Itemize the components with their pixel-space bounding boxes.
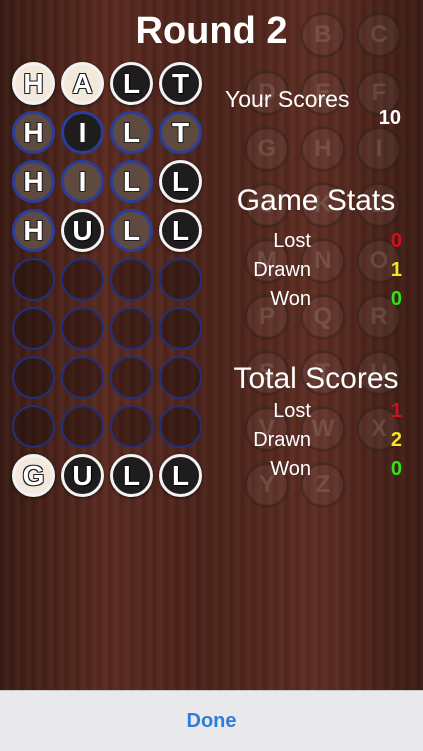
empty-tile-slot	[110, 405, 153, 448]
empty-tile-slot	[12, 258, 55, 301]
letter-tile: L	[110, 62, 153, 105]
letter-tile: L	[110, 111, 153, 154]
board-row: HULL	[12, 209, 208, 252]
letter-tile: A	[61, 62, 104, 105]
total-scores-won-value: 0	[390, 458, 402, 480]
empty-tile-slot	[61, 258, 104, 301]
game-stats-lost-label: Lost	[273, 230, 311, 252]
letter-tile: I	[61, 111, 104, 154]
game-stats-lost-value: 0	[390, 230, 402, 252]
total-scores-lost-value: 1	[390, 400, 402, 422]
bottom-toolbar: Done	[0, 690, 423, 751]
empty-tile-slot	[110, 356, 153, 399]
empty-tile-slot	[110, 258, 153, 301]
letter-tile: L	[110, 209, 153, 252]
letter-tile: U	[61, 454, 104, 497]
background-letter-h: H	[300, 126, 346, 172]
game-stats-lost-row: Lost 0	[216, 230, 416, 256]
letter-tile: H	[12, 160, 55, 203]
word-board: HALTHILTHILLHULLGULL	[12, 62, 208, 503]
board-row	[12, 258, 208, 301]
game-stats-won-value: 0	[390, 288, 402, 310]
total-scores-won-row: Won 0	[216, 458, 416, 484]
board-row: GULL	[12, 454, 208, 497]
letter-tile: G	[12, 454, 55, 497]
total-scores-drawn-label: Drawn	[253, 429, 311, 451]
game-stats-drawn-value: 1	[390, 259, 402, 281]
game-stats-won-row: Won 0	[216, 288, 416, 314]
game-stats-drawn-row: Drawn 1	[216, 259, 416, 285]
total-scores-lost-label: Lost	[273, 400, 311, 422]
letter-tile: L	[159, 209, 202, 252]
board-row: HILT	[12, 111, 208, 154]
done-button[interactable]: Done	[187, 710, 237, 733]
total-scores-drawn-value: 2	[390, 429, 402, 451]
empty-tile-slot	[61, 405, 104, 448]
game-stats-won-label: Won	[270, 288, 311, 310]
empty-tile-slot	[12, 405, 55, 448]
letter-tile: L	[110, 454, 153, 497]
letter-tile: T	[159, 62, 202, 105]
board-row	[12, 307, 208, 350]
letter-tile: L	[110, 160, 153, 203]
letter-tile: U	[61, 209, 104, 252]
empty-tile-slot	[159, 405, 202, 448]
letter-tile: T	[159, 111, 202, 154]
your-scores-value: 10	[378, 107, 401, 129]
total-scores-lost-row: Lost 1	[216, 400, 416, 426]
letter-tile: I	[61, 160, 104, 203]
game-stats-heading: Game Stats	[236, 184, 396, 217]
board-row	[12, 405, 208, 448]
background-letter-i: I	[356, 126, 402, 172]
letter-tile: H	[12, 209, 55, 252]
board-row: HILL	[12, 160, 208, 203]
empty-tile-slot	[110, 307, 153, 350]
letter-tile: H	[12, 111, 55, 154]
total-scores-won-label: Won	[270, 458, 311, 480]
your-scores-label: Your Scores	[225, 86, 350, 112]
letter-tile: L	[159, 160, 202, 203]
empty-tile-slot	[159, 307, 202, 350]
letter-tile: H	[12, 62, 55, 105]
round-title: Round 2	[135, 10, 288, 52]
board-row	[12, 356, 208, 399]
total-scores-drawn-row: Drawn 2	[216, 429, 416, 455]
board-row: HALT	[12, 62, 208, 105]
empty-tile-slot	[61, 356, 104, 399]
game-stats-drawn-label: Drawn	[253, 259, 311, 281]
background-letter-g: G	[244, 126, 290, 172]
empty-tile-slot	[159, 258, 202, 301]
empty-tile-slot	[12, 356, 55, 399]
letter-tile: L	[159, 454, 202, 497]
empty-tile-slot	[159, 356, 202, 399]
total-scores-heading: Total Scores	[233, 362, 399, 395]
empty-tile-slot	[61, 307, 104, 350]
empty-tile-slot	[12, 307, 55, 350]
